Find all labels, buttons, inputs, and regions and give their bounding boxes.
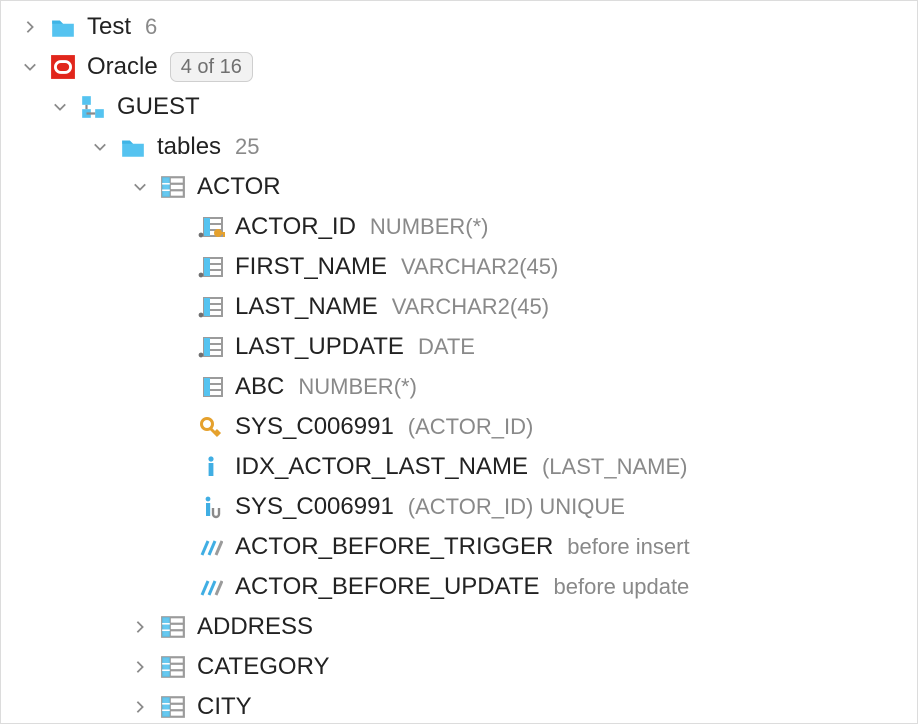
oracle-icon (49, 53, 77, 81)
column-icon (197, 373, 225, 401)
trigger-icon (197, 533, 225, 561)
column-name: FIRST_NAME (235, 253, 387, 281)
tree-item-column-actor-id[interactable]: ACTOR_ID NUMBER(*) (1, 207, 917, 247)
tree-item-label: CITY (197, 693, 252, 721)
column-name: ABC (235, 373, 284, 401)
tree-item-label: ADDRESS (197, 613, 313, 641)
tree-item-table-city[interactable]: CITY (1, 687, 917, 724)
key-icon (197, 413, 225, 441)
index-meta: (LAST_NAME) (542, 454, 687, 480)
chevron-right-icon[interactable] (19, 16, 41, 38)
tree-item-count: 6 (145, 14, 157, 40)
tree-item-label: tables (157, 133, 221, 161)
tree-item-primary-key[interactable]: SYS_C006991 (ACTOR_ID) (1, 407, 917, 447)
index-name: SYS_C006991 (235, 493, 394, 521)
column-name: LAST_NAME (235, 293, 378, 321)
tree-item-column-last-name[interactable]: LAST_NAME VARCHAR2(45) (1, 287, 917, 327)
trigger-icon (197, 573, 225, 601)
column-notnull-icon (197, 253, 225, 281)
tree-item-column-abc[interactable]: ABC NUMBER(*) (1, 367, 917, 407)
index-icon (197, 453, 225, 481)
tree-item-table-actor[interactable]: ACTOR (1, 167, 917, 207)
tree-item-table-address[interactable]: ADDRESS (1, 607, 917, 647)
tree-item-count: 25 (235, 134, 259, 160)
column-pk-icon (197, 213, 225, 241)
trigger-name: ACTOR_BEFORE_TRIGGER (235, 533, 553, 561)
tree-item-trigger[interactable]: ACTOR_BEFORE_TRIGGER before insert (1, 527, 917, 567)
constraint-name: SYS_C006991 (235, 413, 394, 441)
tree-item-trigger[interactable]: ACTOR_BEFORE_UPDATE before update (1, 567, 917, 607)
unique-index-icon (197, 493, 225, 521)
tree-item-label: Oracle (87, 53, 158, 81)
tree-item-label: Test (87, 13, 131, 41)
tree-item-unique-index[interactable]: SYS_C006991 (ACTOR_ID) UNIQUE (1, 487, 917, 527)
column-type: VARCHAR2(45) (401, 254, 558, 280)
tree-item-label: GUEST (117, 93, 200, 121)
column-type: DATE (418, 334, 475, 360)
count-badge: 4 of 16 (170, 52, 253, 82)
tree-item-oracle[interactable]: Oracle 4 of 16 (1, 47, 917, 87)
table-icon (159, 693, 187, 721)
index-meta: (ACTOR_ID) UNIQUE (408, 494, 625, 520)
tree-item-schema-guest[interactable]: GUEST (1, 87, 917, 127)
chevron-down-icon[interactable] (129, 176, 151, 198)
chevron-right-icon[interactable] (129, 696, 151, 718)
tree-item-column-first-name[interactable]: FIRST_NAME VARCHAR2(45) (1, 247, 917, 287)
column-notnull-icon (197, 333, 225, 361)
chevron-right-icon[interactable] (129, 616, 151, 638)
tree-item-index[interactable]: IDX_ACTOR_LAST_NAME (LAST_NAME) (1, 447, 917, 487)
trigger-meta: before update (554, 574, 690, 600)
column-type: NUMBER(*) (298, 374, 417, 400)
constraint-meta: (ACTOR_ID) (408, 414, 534, 440)
column-name: LAST_UPDATE (235, 333, 404, 361)
chevron-down-icon[interactable] (89, 136, 111, 158)
table-icon (159, 653, 187, 681)
trigger-name: ACTOR_BEFORE_UPDATE (235, 573, 540, 601)
chevron-right-icon[interactable] (129, 656, 151, 678)
schema-icon (79, 93, 107, 121)
table-icon (159, 613, 187, 641)
column-type: NUMBER(*) (370, 214, 489, 240)
tree-item-table-category[interactable]: CATEGORY (1, 647, 917, 687)
tree-item-label: ACTOR (197, 173, 281, 201)
folder-icon (49, 13, 77, 41)
folder-icon (119, 133, 147, 161)
database-tree: Test 6 Oracle 4 of 16 GUEST tables 25 AC… (0, 0, 918, 724)
trigger-meta: before insert (567, 534, 689, 560)
column-type: VARCHAR2(45) (392, 294, 549, 320)
tree-item-tables[interactable]: tables 25 (1, 127, 917, 167)
column-notnull-icon (197, 293, 225, 321)
index-name: IDX_ACTOR_LAST_NAME (235, 453, 528, 481)
column-name: ACTOR_ID (235, 213, 356, 241)
chevron-down-icon[interactable] (49, 96, 71, 118)
chevron-down-icon[interactable] (19, 56, 41, 78)
tree-item-label: CATEGORY (197, 653, 329, 681)
tree-item-column-last-update[interactable]: LAST_UPDATE DATE (1, 327, 917, 367)
table-icon (159, 173, 187, 201)
tree-item-test[interactable]: Test 6 (1, 7, 917, 47)
